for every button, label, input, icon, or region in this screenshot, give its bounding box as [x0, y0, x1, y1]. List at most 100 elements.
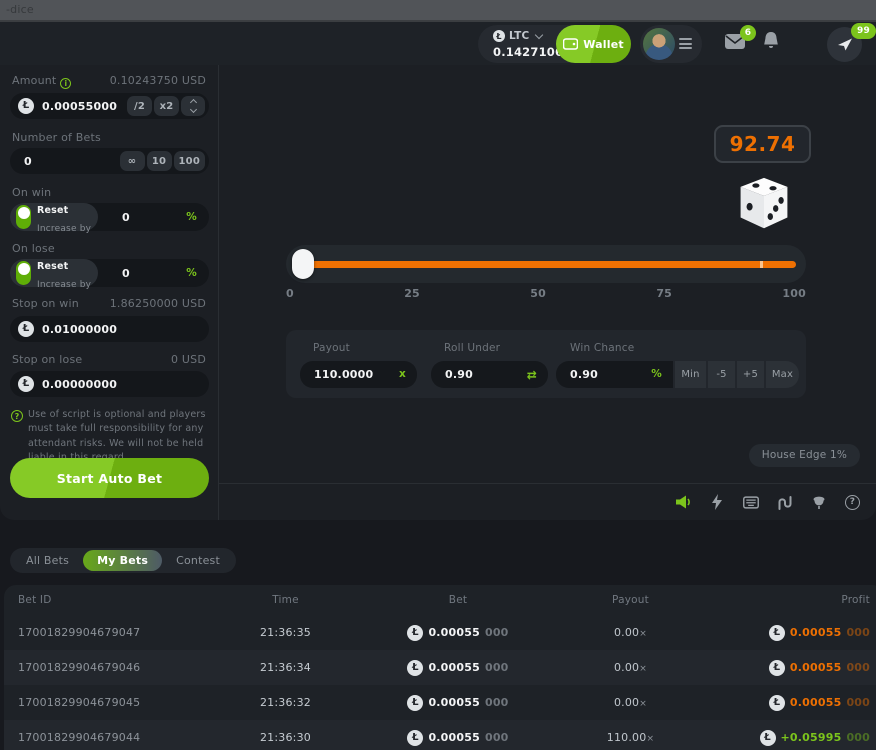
toggle-icon	[16, 205, 31, 229]
preset-100-button[interactable]: 100	[174, 151, 205, 171]
tab-contest[interactable]: Contest	[162, 550, 234, 571]
on-lose-label: On lose	[12, 242, 55, 255]
bet-time: 21:36:32	[198, 696, 373, 709]
ltc-coin-icon: Ł	[18, 321, 34, 337]
col-time: Time	[198, 594, 373, 606]
roll-under-value[interactable]: 0.90	[445, 368, 473, 381]
table-row[interactable]: 17001829904679045 21:36:32 Ł0.00055000 0…	[4, 685, 876, 720]
window-titlebar: -dice	[0, 0, 876, 22]
bets-table-header: Bet ID Time Bet Payout Profit	[4, 585, 876, 615]
ltc-coin-icon: Ł	[493, 30, 505, 42]
col-bet: Bet	[373, 594, 543, 606]
bet-id[interactable]: 17001829904679045	[18, 696, 198, 709]
bet-payout: 0.00×	[543, 696, 718, 709]
amount-stepper[interactable]	[181, 96, 205, 116]
payout-panel: Payout 110.0000 x Roll Under 0.90 ⇄ Win …	[286, 330, 806, 398]
double-button[interactable]: x2	[154, 96, 179, 116]
roll-under-label: Roll Under	[444, 342, 500, 354]
game-toolbar: ?	[219, 483, 876, 520]
on-lose-toggle[interactable]: Reset Increase by	[10, 259, 98, 287]
wallet-button[interactable]: Wallet	[556, 25, 631, 63]
increase-by-label: Increase by	[37, 280, 91, 290]
on-win-label: On win	[12, 186, 51, 199]
currency-row[interactable]: Ł LTC	[493, 30, 542, 42]
hotkeys-icon[interactable]	[743, 494, 759, 510]
stop-on-lose-value[interactable]: 0.00000000	[42, 378, 117, 391]
user-menu[interactable]	[640, 25, 702, 63]
minus-5-button[interactable]: -5	[708, 361, 735, 388]
payout-input[interactable]: 110.0000 x	[300, 361, 417, 388]
tab-all-bets[interactable]: All Bets	[12, 550, 83, 571]
min-button[interactable]: Min	[675, 361, 706, 388]
payout-value[interactable]: 110.0000	[314, 368, 373, 381]
win-chance-value[interactable]: 0.90	[570, 368, 598, 381]
bell-icon[interactable]	[762, 31, 780, 52]
bet-amount: Ł0.00055000	[373, 660, 543, 676]
swap-icon[interactable]: ⇄	[527, 368, 537, 382]
infinity-button[interactable]: ∞	[120, 151, 145, 171]
game-container: Amounti 0.10243750 USD Ł 0.00055000 /2 x…	[0, 65, 876, 520]
bet-profit: Ł0.00055000	[718, 695, 870, 711]
slider-track[interactable]	[302, 261, 796, 268]
ltc-coin-icon: Ł	[769, 660, 785, 676]
stop-on-win-value[interactable]: 0.01000000	[42, 323, 117, 336]
slider-handle[interactable]	[292, 249, 314, 279]
stop-on-lose-input[interactable]: Ł 0.00000000	[10, 371, 209, 397]
help-icon[interactable]: ?	[845, 495, 860, 510]
half-button[interactable]: /2	[127, 96, 152, 116]
on-lose-value[interactable]: 0	[122, 267, 130, 280]
plus-5-button[interactable]: +5	[737, 361, 764, 388]
info-icon[interactable]: i	[60, 78, 71, 89]
win-chance-input[interactable]: 0.90 %	[556, 361, 673, 388]
sound-icon[interactable]	[675, 494, 691, 510]
col-payout: Payout	[543, 594, 718, 606]
wallet-label: Wallet	[583, 38, 624, 51]
stop-on-win-label: Stop on win	[12, 297, 79, 310]
chat-badge: 99	[851, 23, 876, 39]
table-row[interactable]: 17001829904679046 21:36:34 Ł0.00055000 0…	[4, 650, 876, 685]
amount-value[interactable]: 0.00055000	[42, 100, 117, 113]
stop-on-win-input[interactable]: Ł 0.01000000	[10, 316, 209, 342]
amount-input[interactable]: Ł 0.00055000 /2 x2	[10, 93, 209, 119]
bet-id[interactable]: 17001829904679047	[18, 626, 198, 639]
bet-id[interactable]: 17001829904679046	[18, 661, 198, 674]
start-auto-bet-button[interactable]: Start Auto Bet	[10, 458, 209, 498]
question-icon: ?	[11, 410, 23, 422]
bet-profit: Ł0.00055000	[718, 625, 870, 641]
table-row[interactable]: 17001829904679047 21:36:35 Ł0.00055000 0…	[4, 615, 876, 650]
roll-slider[interactable]	[286, 245, 806, 283]
bet-payout: 0.00×	[543, 626, 718, 639]
number-of-bets-input[interactable]: 0 ∞ 10 100	[10, 148, 209, 174]
percent-unit: %	[186, 267, 197, 279]
on-win-toggle[interactable]: ResetIncrease by	[10, 203, 98, 231]
preset-10-button[interactable]: 10	[147, 151, 172, 171]
max-button[interactable]: Max	[766, 361, 799, 388]
turbo-icon[interactable]	[709, 494, 725, 510]
stop-on-lose-usd: 0 USD	[171, 353, 206, 366]
number-of-bets-value[interactable]: 0	[24, 155, 32, 168]
roll-under-input[interactable]: 0.90 ⇄	[431, 361, 548, 388]
amount-usd: 0.10243750 USD	[110, 74, 206, 87]
avatar[interactable]	[643, 28, 675, 60]
seed-icon[interactable]	[811, 494, 827, 510]
reset-label: Reset	[37, 261, 68, 272]
live-stats-icon[interactable]	[777, 494, 793, 510]
on-win-value[interactable]: 0	[122, 211, 130, 224]
auto-bet-panel: Amounti 0.10243750 USD Ł 0.00055000 /2 x…	[0, 65, 219, 520]
table-row[interactable]: 17001829904679044 21:36:30 Ł0.00055000 1…	[4, 720, 876, 750]
multiplier-x-icon: x	[399, 368, 406, 380]
house-edge-badge[interactable]: House Edge 1%	[749, 444, 860, 467]
on-lose-row: Reset Increase by 0 %	[10, 259, 209, 287]
number-of-bets-label: Number of Bets	[12, 131, 101, 144]
tab-my-bets[interactable]: My Bets	[83, 550, 162, 571]
bet-id[interactable]: 17001829904679044	[18, 731, 198, 744]
increase-by-label: Increase by	[37, 224, 91, 234]
on-win-row: ResetIncrease by 0 %	[10, 203, 209, 231]
dice-icon	[737, 175, 791, 233]
balance-currency-selector[interactable]: Ł LTC 0.14271066 Wallet	[478, 25, 631, 63]
dice-game-page: -dice Ł LTC 0.14271066 Wallet 6 99	[0, 0, 876, 750]
slider-scale: 0 25 50 75 100	[286, 287, 806, 300]
game-area: 92.74 0 25 50	[219, 65, 876, 520]
toggle-icon	[16, 261, 31, 285]
slider-result-marker	[760, 261, 763, 268]
